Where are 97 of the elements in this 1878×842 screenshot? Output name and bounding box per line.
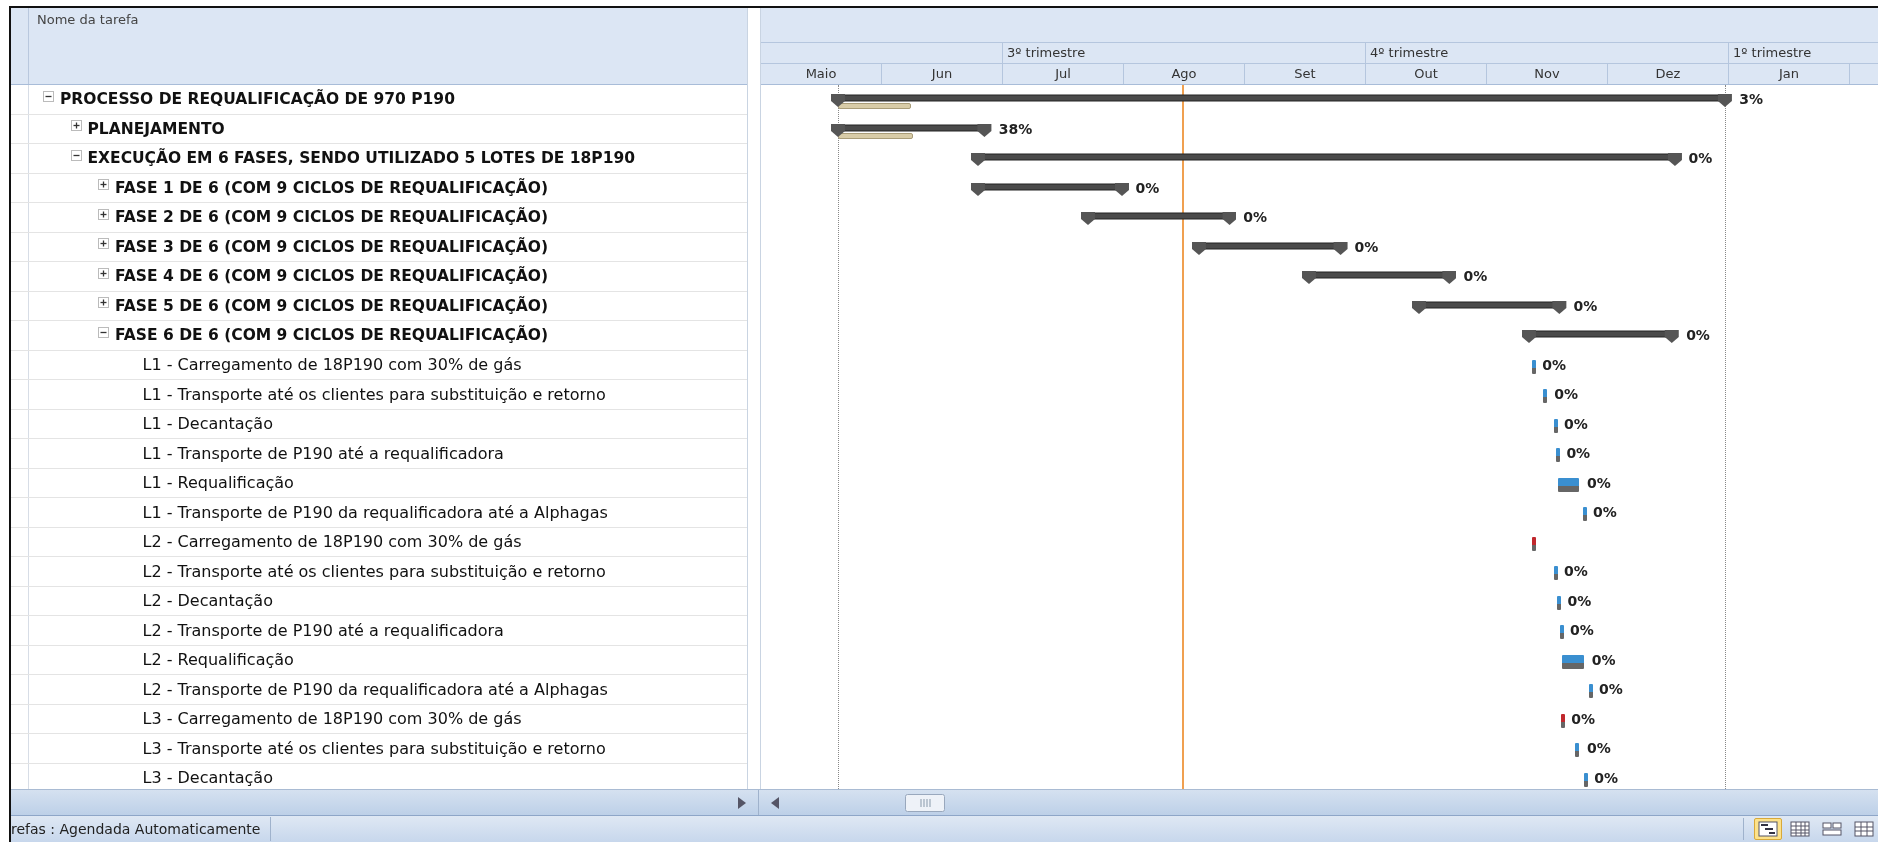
task-name[interactable]: FASE 3 DE 6 (COM 9 CICLOS DE REQUALIFICAÇÃO): [115, 237, 549, 256]
expand-icon[interactable]: [98, 238, 109, 250]
task-bar[interactable]: [1582, 507, 1587, 521]
task-bar[interactable]: [1583, 772, 1588, 787]
task-name[interactable]: L2 - Carregamento de 18P190 com 30% de gás: [142, 532, 522, 552]
percent-label: 0%: [1688, 150, 1713, 166]
summary-bar[interactable]: [831, 123, 992, 138]
percent-label: 0%: [1599, 681, 1623, 697]
task-name[interactable]: L2 - Transporte de P190 da requalificadora até a Alphagas: [142, 679, 608, 699]
task-bar[interactable]: [1531, 536, 1536, 551]
percent-label: 38%: [998, 120, 1033, 137]
task-name[interactable]: L2 - Decantação: [142, 591, 273, 611]
percent-label: 0%: [1567, 592, 1592, 609]
summary-bar[interactable]: [1192, 241, 1348, 256]
month-label: Jun: [882, 64, 1003, 84]
percent-label: 0%: [1573, 297, 1598, 314]
task-name[interactable]: FASE 6 DE 6 (COM 9 CICLOS DE REQUALIFICAÇÃO): [115, 326, 549, 345]
task-bar[interactable]: [1575, 743, 1580, 757]
task-bar[interactable]: [1557, 595, 1562, 610]
percent-label: 0%: [1566, 445, 1591, 461]
task-bar[interactable]: [1588, 684, 1593, 698]
scroll-left-icon[interactable]: [771, 796, 779, 809]
summary-bar[interactable]: [831, 94, 1733, 108]
task-name[interactable]: FASE 5 DE 6 (COM 9 CICLOS DE REQUALIFICAÇÃO): [115, 296, 549, 315]
task-name[interactable]: PLANEJAMENTO: [87, 119, 225, 138]
scroll-thumb[interactable]: [905, 793, 945, 812]
month-label: Out: [1366, 64, 1487, 84]
task-name[interactable]: L1 - Transporte de P190 da requalificadora até a Alphagas: [142, 502, 608, 522]
expand-icon[interactable]: [98, 208, 109, 220]
status-text: refas : Agendada Automaticamente: [11, 817, 272, 841]
task-bar[interactable]: [1553, 566, 1558, 580]
month-label: Maio: [761, 64, 882, 84]
percent-label: 0%: [1586, 474, 1611, 491]
month-label: Ago: [1124, 64, 1245, 84]
quarter-label: 4º trimestre: [1370, 45, 1449, 60]
month-label: Jan: [1729, 64, 1850, 84]
task-name[interactable]: L2 - Requalificação: [142, 650, 294, 670]
task-bar[interactable]: [1559, 625, 1564, 639]
summary-bar[interactable]: [970, 182, 1129, 197]
task-name[interactable]: FASE 4 DE 6 (COM 9 CICLOS DE REQUALIFICAÇÃO): [115, 267, 549, 286]
month-label: Jul: [1003, 64, 1124, 84]
task-bar[interactable]: [1531, 359, 1536, 374]
quarter-label: 1º trimestre: [1733, 45, 1812, 60]
summary-bar[interactable]: [1080, 212, 1237, 226]
task-name[interactable]: L1 - Requalificação: [142, 473, 294, 493]
task-bar[interactable]: [1560, 713, 1565, 728]
expand-icon[interactable]: [98, 267, 109, 279]
task-name[interactable]: L1 - Transporte de P190 até a requalificadora: [142, 443, 504, 463]
percent-label: 0%: [1354, 238, 1379, 255]
task-bar[interactable]: [1555, 448, 1560, 462]
expand-icon[interactable]: [98, 179, 109, 191]
percent-label: 0%: [1571, 710, 1595, 727]
percent-label: 0%: [1594, 769, 1618, 786]
expand-icon[interactable]: [70, 120, 82, 132]
summary-bar[interactable]: [1522, 330, 1680, 344]
quarter-label: 3º trimestre: [1007, 45, 1086, 60]
task-name[interactable]: L3 - Carregamento de 18P190 com 30% de gás: [142, 709, 522, 729]
scroll-right-icon[interactable]: [738, 796, 746, 809]
task-bar[interactable]: [1542, 389, 1547, 403]
summary-bar[interactable]: [1412, 300, 1567, 315]
task-name[interactable]: FASE 2 DE 6 (COM 9 CICLOS DE REQUALIFICAÇÃO): [115, 208, 549, 227]
task-name[interactable]: L2 - Transporte de P190 até a requalificadora: [142, 620, 504, 640]
percent-label: 0%: [1563, 415, 1588, 432]
percent-label: 0%: [1243, 209, 1268, 225]
percent-label: 0%: [1686, 327, 1710, 343]
collapse-icon[interactable]: [98, 326, 109, 338]
task-name[interactable]: L3 - Transporte até os clientes para substituição e retorno: [142, 738, 606, 758]
percent-label: 0%: [1542, 356, 1566, 373]
percent-label: 3%: [1739, 91, 1764, 107]
month-label: Set: [1245, 64, 1366, 84]
percent-label: 0%: [1593, 504, 1617, 520]
month-label: Dez: [1608, 64, 1729, 84]
collapse-icon[interactable]: [43, 90, 54, 102]
percent-label: 0%: [1570, 622, 1594, 638]
gantt-view-button[interactable]: [1754, 818, 1782, 840]
percent-label: 0%: [1135, 179, 1160, 196]
summary-bar[interactable]: [970, 153, 1682, 167]
month-label: Nov: [1487, 64, 1608, 84]
task-name[interactable]: EXECUÇÃO EM 6 FASES, SENDO UTILIZADO 5 LOTES DE 18P190: [87, 149, 636, 168]
task-name[interactable]: L1 - Carregamento de 18P190 com 30% de gás: [142, 355, 522, 375]
task-bar[interactable]: [1558, 477, 1579, 492]
collapse-icon[interactable]: [70, 149, 82, 161]
task-name[interactable]: L1 - Transporte até os clientes para substituição e retorno: [142, 384, 606, 404]
task-bar[interactable]: [1553, 418, 1558, 433]
percent-label: 0%: [1591, 651, 1616, 668]
percent-label: 0%: [1563, 563, 1588, 579]
percent-label: 0%: [1586, 740, 1611, 756]
task-name[interactable]: FASE 1 DE 6 (COM 9 CICLOS DE REQUALIFICAÇÃO): [115, 178, 549, 197]
task-bar[interactable]: [1562, 654, 1584, 669]
task-name[interactable]: PROCESSO DE REQUALIFICAÇÃO DE 970 P190: [60, 90, 455, 109]
percent-label: 0%: [1463, 268, 1488, 284]
percent-label: 0%: [1554, 386, 1579, 402]
task-name[interactable]: L1 - Decantação: [142, 414, 273, 434]
task-name[interactable]: L2 - Transporte até os clientes para substituição e retorno: [142, 561, 606, 581]
expand-icon[interactable]: [98, 297, 109, 309]
task-name[interactable]: L3 - Decantação: [142, 768, 273, 788]
summary-bar[interactable]: [1302, 271, 1457, 285]
